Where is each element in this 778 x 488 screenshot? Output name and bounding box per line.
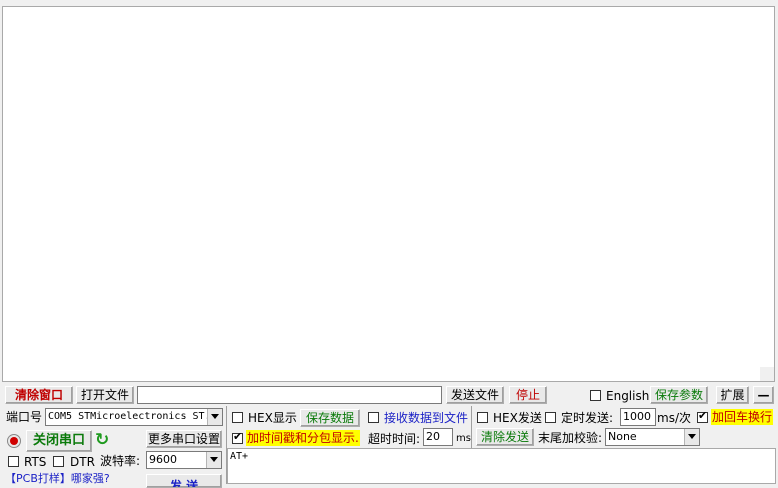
- recv-to-file-checkbox[interactable]: [368, 412, 379, 423]
- english-checkbox[interactable]: [590, 390, 601, 401]
- checksum-label: 末尾加校验:: [538, 431, 603, 445]
- save-params-button[interactable]: 保存参数: [650, 386, 708, 404]
- hex-send-checkbox[interactable]: [477, 412, 488, 423]
- baud-select-value: 9600: [149, 453, 177, 466]
- chevron-down-icon: [207, 409, 222, 425]
- clear-send-button[interactable]: 清除发送: [476, 428, 534, 446]
- timed-send-label: 定时发送:: [561, 411, 614, 425]
- minimize-button[interactable]: —: [753, 386, 774, 404]
- options-divider: [471, 406, 472, 448]
- hex-display-label: HEX显示: [248, 411, 297, 425]
- timeout-unit-label: ms: [456, 433, 471, 444]
- chevron-down-icon: [684, 429, 699, 445]
- add-newline-label: 加回车换行: [711, 409, 774, 425]
- interval-input[interactable]: 1000: [620, 408, 656, 426]
- save-data-button[interactable]: 保存数据: [300, 409, 360, 427]
- clear-window-button[interactable]: 清除窗口: [5, 386, 73, 404]
- timeout-input[interactable]: 20: [423, 428, 453, 446]
- checksum-select-value: None: [608, 430, 637, 443]
- baud-label: 波特率:: [100, 454, 141, 468]
- hex-display-checkbox[interactable]: [232, 412, 243, 423]
- pcb-link-label[interactable]: 【PCB打样】: [5, 472, 71, 485]
- dtr-label: DTR: [70, 455, 95, 469]
- send-text: AT+: [230, 451, 249, 462]
- recv-to-file-label: 接收数据到文件: [384, 411, 469, 425]
- timestamp-label: 加时间戳和分包显示.: [246, 430, 360, 446]
- rts-label: RTS: [24, 455, 47, 469]
- chevron-down-icon: [206, 452, 221, 468]
- send-textarea[interactable]: AT+: [227, 448, 776, 484]
- port-status-icon: [7, 434, 21, 448]
- checksum-select[interactable]: None: [605, 428, 700, 446]
- expand-button[interactable]: 扩展: [716, 386, 749, 404]
- refresh-icon[interactable]: ↻: [95, 431, 113, 449]
- add-newline-checkbox[interactable]: [697, 409, 708, 423]
- dtr-checkbox[interactable]: [53, 456, 64, 467]
- who-link[interactable]: 哪家强?: [71, 472, 110, 485]
- pcb-link[interactable]: 【PCB打样】哪家强?: [5, 471, 110, 487]
- timestamp-checkbox[interactable]: [232, 430, 243, 444]
- open-file-button[interactable]: 打开文件: [76, 386, 134, 404]
- stop-button[interactable]: 停止: [509, 386, 547, 404]
- port-label: 端口号: [6, 410, 43, 424]
- timed-send-checkbox[interactable]: [545, 412, 556, 423]
- receive-textarea[interactable]: [2, 6, 775, 382]
- close-port-button[interactable]: 关闭串口: [26, 430, 92, 452]
- hex-send-label: HEX发送: [493, 411, 542, 425]
- port-select-value: COM5 STMicroelectronics ST.: [48, 411, 211, 422]
- timeout-label: 超时时间:: [368, 432, 421, 446]
- interval-unit-label: ms/次: [657, 411, 691, 425]
- send-file-button[interactable]: 发送文件: [446, 386, 504, 404]
- rts-checkbox[interactable]: [8, 456, 19, 467]
- port-select[interactable]: COM5 STMicroelectronics ST.: [45, 408, 223, 426]
- send-button[interactable]: 发 送: [146, 474, 222, 488]
- english-label: English: [606, 389, 650, 403]
- more-port-settings-button[interactable]: 更多串口设置: [146, 430, 222, 448]
- baud-select[interactable]: 9600: [146, 451, 222, 469]
- file-path-input[interactable]: [137, 386, 442, 404]
